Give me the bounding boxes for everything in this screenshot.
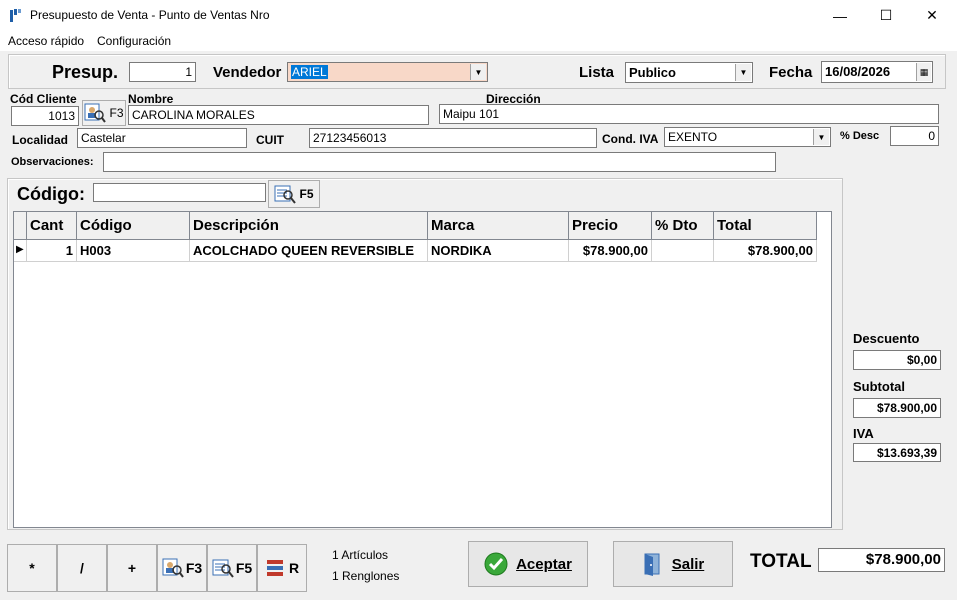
bottom-toolbar: * / + F3 F5 R	[7, 544, 308, 592]
menu-bar: Acceso rápido Configuración	[0, 31, 957, 51]
aceptar-label: Aceptar	[516, 555, 572, 573]
vendedor-select[interactable]: ARIEL ▼	[287, 62, 488, 82]
f5-label: F5	[299, 187, 314, 201]
f3-client-search-button[interactable]: F3	[82, 100, 126, 126]
vendedor-value: ARIEL	[291, 65, 328, 79]
subtotal-label: Subtotal	[853, 379, 905, 394]
descuento-label: Descuento	[853, 331, 920, 346]
salir-button[interactable]: Salir	[613, 541, 733, 587]
cond-iva-chevron-down-icon[interactable]: ▼	[813, 129, 829, 145]
aceptar-button[interactable]: Aceptar	[468, 541, 588, 587]
cell-cant[interactable]: 1	[27, 240, 77, 262]
list-report-icon	[266, 560, 283, 576]
lista-select[interactable]: Publico ▼	[625, 62, 753, 83]
fecha-label: Fecha	[769, 64, 813, 81]
lista-chevron-down-icon[interactable]: ▼	[735, 64, 751, 81]
person-search-icon	[162, 558, 184, 578]
cuit-label: CUIT	[256, 133, 284, 147]
presup-input[interactable]: 1	[129, 62, 196, 82]
col-descripcion[interactable]: Descripción	[190, 212, 428, 240]
table-row[interactable]: ▶ 1 H003 ACOLCHADO QUEEN REVERSIBLE NORD…	[14, 240, 817, 262]
f5-button-label: F5	[235, 560, 253, 576]
fecha-picker[interactable]: 16/08/2026 ▦	[821, 61, 933, 83]
cond-iva-value: EXENTO	[668, 130, 718, 144]
salir-label: Salir	[671, 555, 705, 573]
divide-button[interactable]: /	[57, 544, 107, 592]
f3-button-label: F3	[185, 560, 203, 576]
codigo-label: Código:	[17, 184, 85, 204]
grid-header: Cant Código Descripción Marca Precio % D…	[14, 212, 817, 240]
fecha-value: 16/08/2026	[825, 64, 891, 79]
total-value: $78.900,00	[818, 548, 945, 572]
menu-acceso-rapido[interactable]: Acceso rápido	[8, 34, 84, 48]
codigo-input[interactable]	[93, 183, 266, 202]
col-total[interactable]: Total	[714, 212, 817, 240]
col-precio[interactable]: Precio	[569, 212, 652, 240]
r-button[interactable]: R	[257, 544, 307, 592]
cond-iva-label: Cond. IVA	[602, 132, 659, 146]
localidad-label: Localidad	[12, 133, 69, 147]
lista-label: Lista	[579, 64, 615, 81]
person-search-icon	[84, 103, 107, 123]
cell-total[interactable]: $78.900,00	[714, 240, 817, 262]
calendar-icon[interactable]: ▦	[916, 63, 931, 81]
menu-configuracion[interactable]: Configuración	[97, 34, 171, 48]
window-title: Presupuesto de Venta - Punto de Ventas N…	[30, 8, 270, 22]
total-label: TOTAL	[750, 551, 812, 572]
observaciones-label: Observaciones:	[11, 156, 94, 168]
col-marca[interactable]: Marca	[428, 212, 569, 240]
f5-button[interactable]: F5	[207, 544, 257, 592]
iva-value: $13.693,39	[853, 443, 941, 462]
lista-value: Publico	[629, 65, 676, 80]
check-icon	[484, 552, 508, 576]
app-icon	[10, 9, 21, 22]
desc-input[interactable]: 0	[890, 126, 939, 146]
vendedor-chevron-down-icon[interactable]: ▼	[470, 64, 486, 80]
direccion-input[interactable]: Maipu 101	[439, 104, 939, 124]
renglones-count: 1 Renglones	[332, 569, 400, 583]
list-search-icon	[212, 559, 234, 578]
cell-marca[interactable]: NORDIKA	[428, 240, 569, 262]
localidad-input[interactable]: Castelar	[77, 128, 247, 148]
minimize-button[interactable]: —	[817, 0, 863, 31]
cell-precio[interactable]: $78.900,00	[569, 240, 652, 262]
desc-label: % Desc	[840, 130, 880, 142]
iva-label: IVA	[853, 426, 874, 441]
presup-label: Presup.	[52, 62, 119, 82]
exit-door-icon	[644, 553, 660, 576]
r-button-label: R	[288, 560, 300, 576]
cell-dto[interactable]	[652, 240, 714, 262]
descuento-value: $0,00	[853, 350, 941, 370]
cond-iva-select[interactable]: EXENTO ▼	[664, 127, 831, 147]
multiply-button[interactable]: *	[7, 544, 57, 592]
maximize-button[interactable]: ☐	[863, 0, 909, 31]
col-dto[interactable]: % Dto	[652, 212, 714, 240]
cell-codigo[interactable]: H003	[77, 240, 190, 262]
items-grid[interactable]: Cant Código Descripción Marca Precio % D…	[13, 211, 832, 528]
row-selector-icon: ▶	[14, 240, 27, 262]
f3-button[interactable]: F3	[157, 544, 207, 592]
cell-descripcion[interactable]: ACOLCHADO QUEEN REVERSIBLE	[190, 240, 428, 262]
plus-button[interactable]: +	[107, 544, 157, 592]
vendedor-label: Vendedor	[213, 64, 282, 81]
f5-product-search-button[interactable]: F5	[268, 180, 320, 208]
col-codigo[interactable]: Código	[77, 212, 190, 240]
col-cant[interactable]: Cant	[27, 212, 77, 240]
subtotal-value: $78.900,00	[853, 398, 941, 418]
cuit-input[interactable]: 27123456013	[309, 128, 597, 148]
list-search-icon	[274, 185, 297, 204]
cod-cliente-input[interactable]: 1013	[11, 106, 79, 126]
f3-label: F3	[109, 106, 124, 120]
cod-cliente-label: Cód Cliente	[10, 92, 77, 106]
nombre-label: Nombre	[128, 92, 174, 106]
articulos-count: 1 Artículos	[332, 548, 389, 562]
title-bar: Presupuesto de Venta - Punto de Ventas N…	[0, 0, 957, 31]
grid-row-indicator-header	[14, 212, 27, 240]
nombre-input[interactable]: CAROLINA MORALES	[128, 105, 429, 125]
observaciones-input[interactable]	[103, 152, 776, 172]
close-button[interactable]: ✕	[909, 0, 955, 31]
